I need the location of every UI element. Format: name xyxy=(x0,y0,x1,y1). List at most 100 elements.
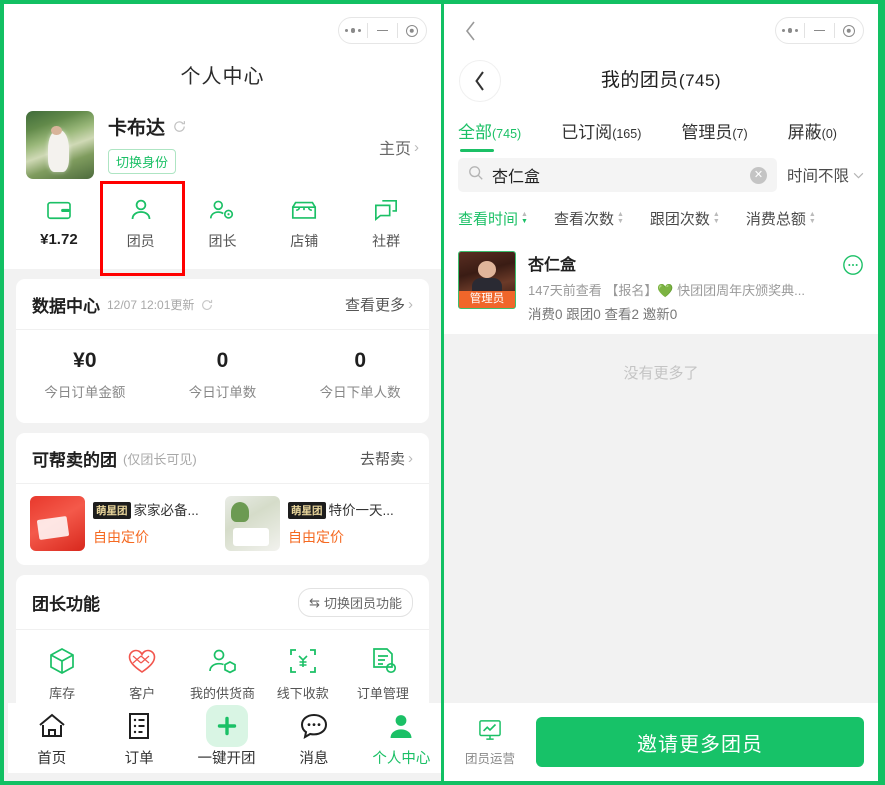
quick-item-members[interactable]: 团员 xyxy=(100,189,182,259)
avatar[interactable] xyxy=(26,111,94,179)
leader-functions-grid: 库存 客户 我的供货商 线下收款 订单管理 xyxy=(16,630,429,712)
time-filter-dropdown[interactable]: 时间不限 xyxy=(787,164,864,186)
list-item[interactable]: 管理员 杏仁盒 147天前查看 【报名】💚 快团团周年庆颁奖典... 消费0 跟… xyxy=(444,241,878,334)
target-close-icon[interactable] xyxy=(398,18,426,43)
home-icon xyxy=(8,709,95,743)
data-center-more-link[interactable]: 查看更多 › xyxy=(345,294,413,315)
fn-item-order-management[interactable]: 订单管理 xyxy=(343,644,423,702)
member-operation-label: 团员运营 xyxy=(464,752,515,766)
order-manage-icon xyxy=(343,644,423,678)
right-titlebar xyxy=(444,4,878,56)
tab-blocked[interactable]: 屏蔽(0) xyxy=(788,118,837,152)
refresh-icon[interactable] xyxy=(172,119,187,134)
home-link[interactable]: 主页 › xyxy=(379,135,419,159)
scan-pay-icon xyxy=(263,644,343,678)
help-sell-action[interactable]: 去帮卖 › xyxy=(360,448,413,469)
chevron-right-icon: › xyxy=(414,138,419,156)
tab-label: 全部 xyxy=(458,123,492,142)
tab-admins[interactable]: 管理员(7) xyxy=(681,118,747,152)
chat-bubble-icon[interactable] xyxy=(842,254,864,276)
person-icon xyxy=(100,195,182,225)
tab-messages[interactable]: 消息 xyxy=(270,709,357,768)
tab-subscribed[interactable]: 已订阅(165) xyxy=(561,118,641,152)
minimize-icon[interactable] xyxy=(805,18,833,43)
tab-home[interactable]: 首页 xyxy=(8,709,95,768)
chevron-left-icon[interactable] xyxy=(464,20,477,47)
chevron-right-icon: › xyxy=(408,450,413,467)
leader-functions-title: 团长功能 xyxy=(32,595,100,614)
fn-item-customers[interactable]: 客户 xyxy=(102,644,182,702)
tab-all[interactable]: 全部(745) xyxy=(458,118,521,152)
stat-label: 今日订单金额 xyxy=(44,385,126,400)
search-value[interactable]: 杏仁盒 xyxy=(492,163,742,187)
member-activity: 147天前查看 【报名】💚 快团团周年庆颁奖典... xyxy=(528,280,830,299)
switch-label: 切换团员功能 xyxy=(323,596,402,611)
help-sell-action-label: 去帮卖 xyxy=(359,451,405,468)
swap-icon: ⇆ xyxy=(309,594,320,610)
data-center-card: 数据中心 12/07 12:01更新 查看更多 › ¥0 今日订单金额 0 今日… xyxy=(16,279,429,423)
product-price: 自由定价 xyxy=(288,529,344,545)
app-screen: 个人中心 卡布达 切换身份 主页 › ¥1.72 团员 团长 店铺 社群 数据中… xyxy=(0,0,885,785)
search-row: 杏仁盒 ✕ 时间不限 xyxy=(444,152,878,202)
refresh-icon[interactable] xyxy=(200,298,214,312)
tab-personal-center[interactable]: 个人中心 xyxy=(358,709,441,768)
quick-item-wallet[interactable]: ¥1.72 xyxy=(18,189,100,259)
supplier-icon xyxy=(182,644,262,678)
sort-view-time[interactable]: 查看时间 ▲ ▼ xyxy=(458,208,528,229)
quick-item-shop[interactable]: 店铺 xyxy=(263,189,345,259)
wallet-icon xyxy=(18,195,100,225)
product-item[interactable]: 萌星团 特价一天... 自由定价 xyxy=(225,496,410,551)
help-sell-product-list: 萌星团 家家必备... 自由定价 萌星团 特价一天... 自由定价 xyxy=(16,484,429,565)
fn-label: 库存 xyxy=(49,686,76,701)
brand-tag: 萌星团 xyxy=(93,502,131,519)
data-center-stats: ¥0 今日订单金额 0 今日订单数 0 今日下单人数 xyxy=(16,330,429,423)
quick-item-community[interactable]: 社群 xyxy=(345,189,427,259)
sort-label: 消费总额 xyxy=(745,211,806,228)
user-icon xyxy=(358,709,441,743)
avatar[interactable]: 管理员 xyxy=(458,251,516,309)
chart-monitor-icon xyxy=(458,717,522,743)
switch-member-functions-button[interactable]: ⇆ 切换团员功能 xyxy=(298,588,413,617)
quick-item-label: 社群 xyxy=(372,233,401,249)
help-sell-card: 可帮卖的团 (仅团长可见) 去帮卖 › 萌星团 家家必备... 自由定价 萌星团… xyxy=(16,433,429,565)
minimize-icon[interactable] xyxy=(368,18,396,43)
help-sell-header: 可帮卖的团 (仅团长可见) 去帮卖 › xyxy=(16,433,429,484)
help-sell-title: 可帮卖的团 xyxy=(32,451,117,470)
tab-create-group[interactable]: 一键开团 xyxy=(183,704,270,768)
page-title: 我的团员(745) xyxy=(444,56,878,106)
target-close-icon[interactable] xyxy=(835,18,863,43)
data-center-header: 数据中心 12/07 12:01更新 查看更多 › xyxy=(16,279,429,330)
product-item[interactable]: 萌星团 家家必备... 自由定价 xyxy=(30,496,215,551)
sort-total-spend[interactable]: 消费总额 ▲ ▼ xyxy=(746,208,816,229)
back-button[interactable] xyxy=(459,60,501,102)
left-titlebar: 个人中心 xyxy=(4,4,441,99)
switch-identity-button[interactable]: 切换身份 xyxy=(108,149,177,174)
member-stats: 消费0 跟团0 查看2 邀新0 xyxy=(528,307,678,322)
leader-functions-header: 团长功能 ⇆ 切换团员功能 xyxy=(16,575,429,630)
stat-item: 0 今日订单数 xyxy=(154,349,292,401)
window-controls[interactable] xyxy=(338,17,427,44)
clear-icon[interactable]: ✕ xyxy=(749,166,767,184)
fn-item-offline-payment[interactable]: 线下收款 xyxy=(263,644,343,702)
more-dots-icon[interactable] xyxy=(339,18,367,43)
fn-item-inventory[interactable]: 库存 xyxy=(22,644,102,702)
fn-item-supplier[interactable]: 我的供货商 xyxy=(182,644,262,702)
tab-count: (165) xyxy=(612,127,642,141)
tab-orders[interactable]: 订单 xyxy=(95,709,182,768)
help-sell-subtitle: (仅团长可见) xyxy=(123,452,197,467)
search-input[interactable]: 杏仁盒 ✕ xyxy=(458,158,777,192)
tab-label: 个人中心 xyxy=(372,750,431,767)
sort-group-count[interactable]: 跟团次数 ▲ ▼ xyxy=(650,208,720,229)
window-controls[interactable] xyxy=(775,17,864,44)
more-dots-icon[interactable] xyxy=(776,18,804,43)
stat-item: ¥0 今日订单金额 xyxy=(16,349,154,401)
quick-item-label: 团长 xyxy=(208,233,237,249)
member-operation-button[interactable]: 团员运营 xyxy=(458,717,522,767)
sort-arrows-icon: ▲ ▼ xyxy=(808,210,816,226)
sort-view-count[interactable]: 查看次数 ▲ ▼ xyxy=(554,208,624,229)
quick-item-leader[interactable]: 团长 xyxy=(182,189,264,259)
product-image xyxy=(30,496,85,551)
right-bottom-bar: 团员运营 邀请更多团员 xyxy=(444,703,878,781)
invite-more-members-button[interactable]: 邀请更多团员 xyxy=(536,717,864,767)
quick-actions-row: ¥1.72 团员 团长 店铺 社群 xyxy=(4,179,441,276)
